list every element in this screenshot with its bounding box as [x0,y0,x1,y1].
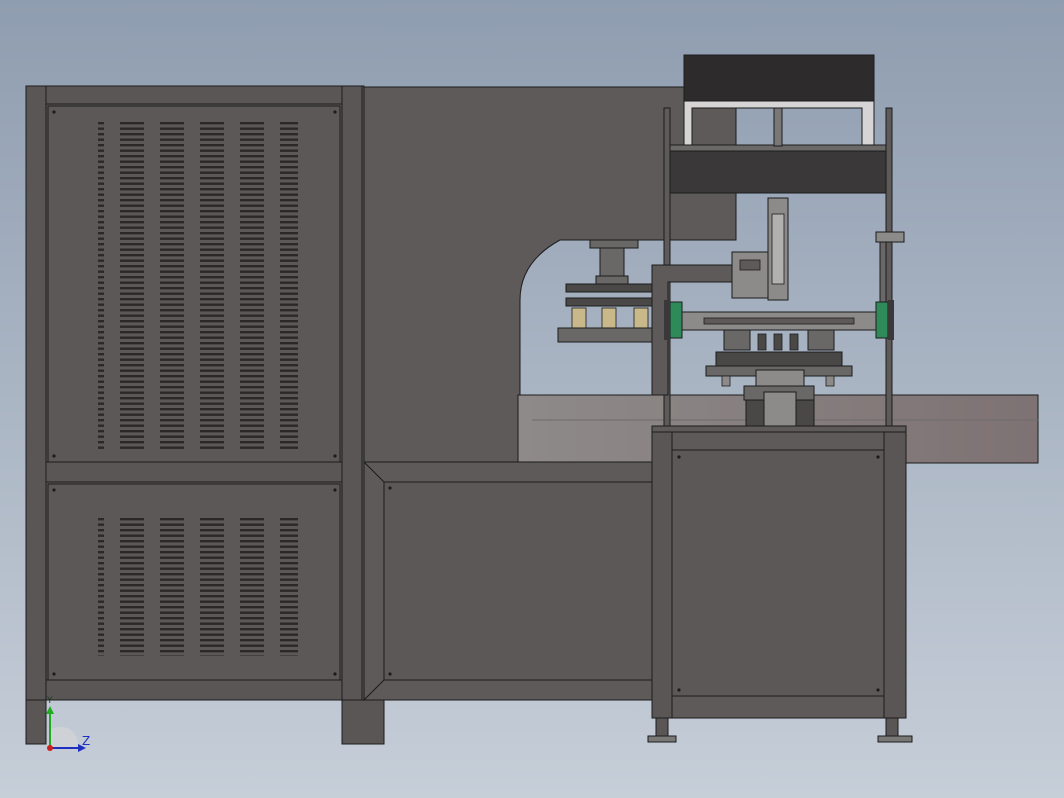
coordinate-triad: Y Z [40,696,100,756]
cad-viewport[interactable]: Y Z [0,0,1064,798]
middle-cabinet [363,461,655,701]
y-axis-arrowhead [46,706,54,714]
right-cabinet [647,425,913,743]
z-axis-label: Z [82,734,91,748]
center-cylinder [731,197,789,301]
left-cabinet [25,85,385,745]
triad-graphic [46,706,86,752]
triad-origin [47,745,53,751]
y-axis-label: Y [47,696,53,706]
machine-drawing [25,54,1039,745]
triad-quarter-disc [50,726,79,748]
